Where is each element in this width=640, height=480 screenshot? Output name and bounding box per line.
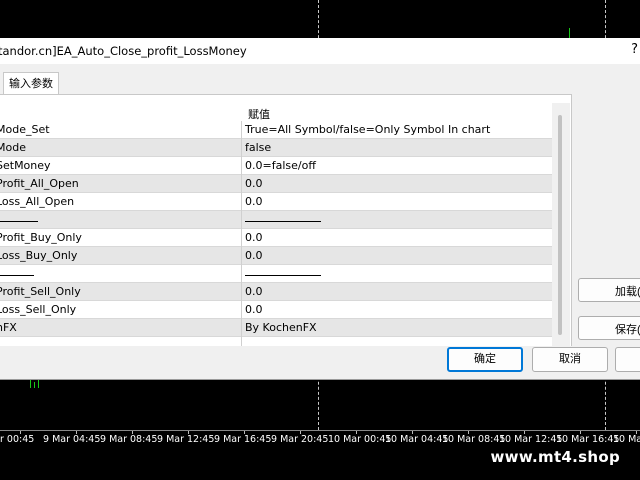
param-name: Profit_Sell_Only <box>0 285 81 298</box>
separator-row[interactable] <box>0 265 552 283</box>
param-value[interactable]: 0.0 <box>245 231 263 244</box>
tab-inputs[interactable]: 输入参数 <box>3 72 59 95</box>
title-bar[interactable]: tandor.cn]EA_Auto_Close_profit_LossMoney… <box>0 38 640 64</box>
time-label: r 00:45 <box>0 434 35 445</box>
param-value[interactable]: True=All Symbol/false=Only Symbol In cha… <box>245 123 490 136</box>
time-label: 10 Mar 12:45 <box>499 434 563 445</box>
param-name: Mode <box>0 141 26 154</box>
scrollbar-thumb[interactable] <box>558 115 562 335</box>
table-header: 赋值 <box>0 103 552 121</box>
param-name: Profit_All_Open <box>0 177 79 190</box>
param-name: SetMoney <box>0 159 51 172</box>
table-row[interactable]: Loss_Buy_Only 0.0 <box>0 247 552 265</box>
vertical-scrollbar[interactable] <box>552 103 570 346</box>
table-row[interactable]: Profit_Sell_Only 0.0 <box>0 283 552 301</box>
table-row[interactable]: Mode_Set True=All Symbol/false=Only Symb… <box>0 121 552 139</box>
param-value[interactable]: 0.0 <box>245 177 263 190</box>
separator-row[interactable] <box>0 211 552 229</box>
candle <box>34 382 35 388</box>
time-label: 10 Mar 08:45 <box>442 434 506 445</box>
column-divider[interactable] <box>241 121 242 346</box>
separator-line <box>0 275 34 276</box>
separator-line <box>0 221 38 222</box>
param-name: nFX <box>0 321 17 334</box>
table-row[interactable]: Loss_All_Open 0.0 <box>0 193 552 211</box>
ea-properties-dialog: tandor.cn]EA_Auto_Close_profit_LossMoney… <box>0 38 640 380</box>
candle <box>569 28 570 38</box>
watermark: www.mt4.shop <box>490 448 620 466</box>
param-name: Loss_Buy_Only <box>0 249 78 262</box>
table-row[interactable]: Profit_Buy_Only 0.0 <box>0 229 552 247</box>
reset-button[interactable] <box>615 347 640 372</box>
separator-line <box>245 221 321 222</box>
candle <box>38 379 39 388</box>
param-name: Mode_Set <box>0 123 50 136</box>
param-value[interactable]: 0.0 <box>245 249 263 262</box>
param-name: Loss_All_Open <box>0 195 75 208</box>
cancel-button[interactable]: 取消 <box>532 347 608 372</box>
time-label: 10 Mar 16:45 <box>556 434 620 445</box>
table-row[interactable]: nFX By KochenFX <box>0 319 552 337</box>
table-row[interactable]: Mode false <box>0 139 552 157</box>
table-row[interactable]: Loss_Sell_Only 0.0 <box>0 301 552 319</box>
time-label: 10 Mar 04:45 <box>385 434 449 445</box>
table-row[interactable]: SetMoney 0.0=false/off <box>0 157 552 175</box>
candle <box>30 380 31 388</box>
separator-line <box>245 275 321 276</box>
time-label: 9 Mar 16:45 <box>214 434 272 445</box>
table-row[interactable]: Profit_All_Open 0.0 <box>0 175 552 193</box>
time-label: 9 Mar 04:45 <box>43 434 101 445</box>
param-name: Loss_Sell_Only <box>0 303 77 316</box>
time-label: 9 Mar 12:45 <box>157 434 215 445</box>
time-label: 9 Mar 20:45 <box>271 434 329 445</box>
param-value[interactable]: By KochenFX <box>245 321 317 334</box>
ok-button[interactable]: 确定 <box>447 347 523 372</box>
param-value[interactable]: 0.0=false/off <box>245 159 316 172</box>
value-column-header: 赋值 <box>248 109 270 121</box>
time-label: 10 Mar 00:45 <box>328 434 392 445</box>
help-button[interactable]: ? <box>631 42 638 57</box>
param-name: Profit_Buy_Only <box>0 231 82 244</box>
param-value[interactable]: 0.0 <box>245 195 263 208</box>
save-button[interactable]: 保存( <box>578 316 640 340</box>
load-button[interactable]: 加载( <box>578 278 640 302</box>
dialog-title: tandor.cn]EA_Auto_Close_profit_LossMoney <box>0 44 247 58</box>
param-value[interactable]: false <box>245 141 271 154</box>
inputs-panel: 赋值 Mode_Set True=All Symbol/false=Only S… <box>0 94 572 346</box>
param-value[interactable]: 0.0 <box>245 303 263 316</box>
time-label: 10 Mar <box>613 434 640 445</box>
time-label: 9 Mar 08:45 <box>100 434 158 445</box>
param-value[interactable]: 0.0 <box>245 285 263 298</box>
parameters-table: 赋值 Mode_Set True=All Symbol/false=Only S… <box>0 103 552 346</box>
